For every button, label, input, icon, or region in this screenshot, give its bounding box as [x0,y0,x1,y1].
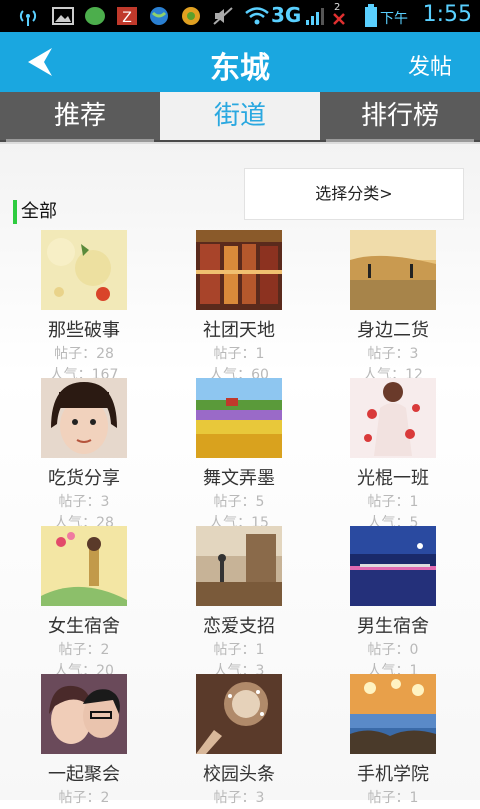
category-name: 手机学院 [357,764,429,785]
category-thumbnail [41,526,127,606]
category-thumbnail [350,230,436,310]
category-item[interactable]: 那些破事 帖子：28 人气：167 [7,230,161,386]
category-name: 身边二货 [357,320,429,341]
category-item[interactable]: 女生宿舍 帖子：2 人气：20 [7,526,161,682]
main-content: 选择分类> 全部 那些破事 帖子：28 人气：167 社团天地 帖子：1 人气：… [0,144,480,806]
category-item[interactable]: 恋爱支招 帖子：1 人气：3 [162,526,316,682]
category-item[interactable]: 校园头条 帖子：3 [162,674,316,809]
category-item[interactable]: 舞文弄墨 帖子：5 人气：15 [162,378,316,534]
clock-time: 1:55 [422,2,472,27]
title-bar: 东城 发帖 [0,32,480,92]
category-thumbnail [196,526,282,606]
svg-text:Z: Z [122,10,132,26]
category-thumbnail [196,674,282,754]
category-thumbnail [350,526,436,606]
category-item[interactable]: 光棍一班 帖子：1 人气：5 [316,378,470,534]
select-category-button[interactable]: 选择分类> [244,168,464,220]
post-count: 帖子：1 [213,642,265,658]
post-count: 帖子：3 [367,346,419,362]
post-count: 帖子：3 [58,494,110,510]
category-item[interactable]: 吃货分享 帖子：3 人气：28 [7,378,161,534]
tab-rankings[interactable]: 排行榜 [320,92,480,142]
category-thumbnail [41,378,127,458]
chat-app-icon [85,7,105,25]
post-count: 帖子：28 [54,346,114,362]
post-count: 帖子：1 [367,494,419,510]
category-item[interactable]: 社团天地 帖子：1 人气：60 [162,230,316,386]
post-button[interactable]: 发帖 [408,49,452,81]
time-period: 下午 [380,11,408,27]
category-thumbnail [41,230,127,310]
tab-streets[interactable]: 街道 [160,92,320,140]
post-count: 帖子：1 [367,790,419,806]
globe-icon [150,7,168,25]
category-name: 男生宿舍 [357,616,429,637]
category-thumbnail [196,230,282,310]
post-count: 帖子：5 [213,494,265,510]
category-name: 吃货分享 [48,468,120,489]
network-type: 3G [271,3,302,27]
category-thumbnail [41,674,127,754]
category-item[interactable]: 手机学院 帖子：1 [316,674,470,809]
status-bar: Z 3G 2 下午 1:55 [0,0,480,32]
category-thumbnail [196,378,282,458]
category-thumbnail [350,378,436,458]
post-count: 帖子：0 [367,642,419,658]
tab-bar: 推荐 街道 排行榜 [0,92,480,144]
no-signal-icon [333,13,345,25]
app-ball-icon [182,7,200,25]
post-count: 帖子：3 [213,790,265,806]
image-icon [52,7,74,25]
category-name: 女生宿舍 [48,616,120,637]
category-name: 那些破事 [48,320,120,341]
category-name: 一起聚会 [48,764,120,785]
battery-icon [365,4,377,27]
post-count: 帖子：2 [58,642,110,658]
category-name: 光棍一班 [357,468,429,489]
signal-broadcast-icon [19,10,37,26]
section-label: 全部 [13,200,57,224]
category-thumbnail [350,674,436,754]
category-name: 社团天地 [203,320,275,341]
mute-icon [213,7,233,25]
signal-strength-icon [306,8,324,25]
category-item[interactable]: 身边二货 帖子：3 人气：12 [316,230,470,386]
category-name: 恋爱支招 [203,616,275,637]
wifi-icon [245,7,269,25]
tab-recommended[interactable]: 推荐 [0,92,160,142]
category-item[interactable]: 男生宿舍 帖子：0 人气：1 [316,526,470,682]
category-name: 校园头条 [203,764,275,785]
app-z-icon: Z [117,7,137,26]
category-item[interactable]: 一起聚会 帖子：2 [7,674,161,809]
post-count: 帖子：2 [58,790,110,806]
category-name: 舞文弄墨 [203,468,275,489]
post-count: 帖子：1 [213,346,265,362]
